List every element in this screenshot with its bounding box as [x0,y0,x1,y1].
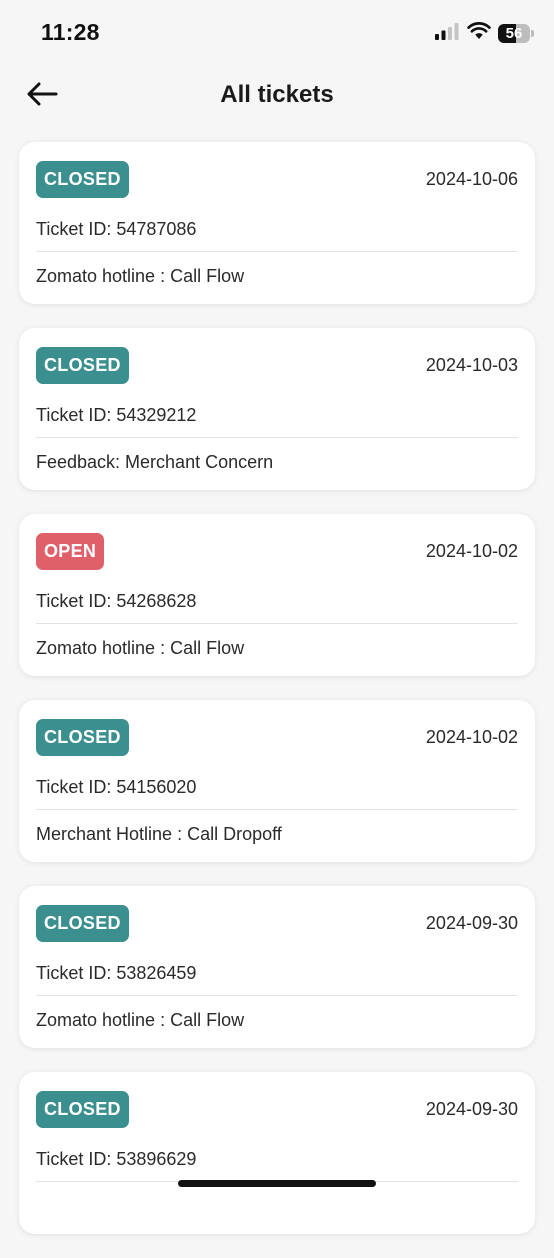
ticket-date: 2024-10-02 [425,726,518,747]
ticket-date: 2024-09-30 [425,1098,518,1119]
status-badge: CLOSED [36,1090,129,1128]
ticket-category: Zomato hotline : Call Flow [36,1009,245,1030]
cellular-signal-icon [434,22,460,45]
ticket-id: Ticket ID: 54268628 [36,584,518,624]
status-badge: CLOSED [36,904,129,942]
ticket-card[interactable]: CLOSED 2024-10-02 Ticket ID: 54156020 Me… [19,700,535,862]
battery-level: 56 [505,25,523,42]
ticket-card[interactable]: CLOSED 2024-09-30 Ticket ID: 53896629 [19,1072,535,1234]
ticket-card[interactable]: OPEN 2024-10-02 Ticket ID: 54268628 Zoma… [19,514,535,676]
ticket-date: 2024-10-06 [425,168,518,189]
ticket-id: Ticket ID: 54156020 [36,770,518,810]
header: All tickets [0,66,554,126]
status-badge: CLOSED [36,718,129,756]
ticket-id: Ticket ID: 53826459 [36,956,518,996]
ticket-date: 2024-10-03 [425,354,518,375]
ticket-card[interactable]: CLOSED 2024-09-30 Ticket ID: 53826459 Zo… [19,886,535,1048]
ticket-date: 2024-09-30 [425,912,518,933]
wifi-icon [467,22,491,45]
status-bar: 11:28 56 [0,0,554,66]
page-title: All tickets [220,81,334,108]
home-indicator[interactable] [178,1180,376,1187]
battery-icon: 56 [498,24,534,43]
status-badge: OPEN [36,532,105,570]
status-time: 11:28 [41,19,100,45]
ticket-category: Zomato hotline : Call Flow [36,637,245,658]
ticket-category [36,1182,518,1230]
status-badge: CLOSED [36,160,129,198]
ticket-list: CLOSED 2024-10-06 Ticket ID: 54787086 Zo… [19,142,535,1258]
ticket-id: Ticket ID: 53896629 [36,1142,518,1182]
ticket-card[interactable]: CLOSED 2024-10-06 Ticket ID: 54787086 Zo… [19,142,535,304]
ticket-id: Ticket ID: 54787086 [36,212,518,252]
status-icons: 56 [434,22,534,45]
ticket-category: Feedback: Merchant Concern [36,451,274,472]
ticket-id: Ticket ID: 54329212 [36,398,518,438]
ticket-date: 2024-10-02 [425,540,518,561]
ticket-card[interactable]: CLOSED 2024-10-03 Ticket ID: 54329212 Fe… [19,328,535,490]
status-badge: CLOSED [36,346,129,384]
ticket-category: Zomato hotline : Call Flow [36,265,245,286]
ticket-category: Merchant Hotline : Call Dropoff [36,823,282,844]
